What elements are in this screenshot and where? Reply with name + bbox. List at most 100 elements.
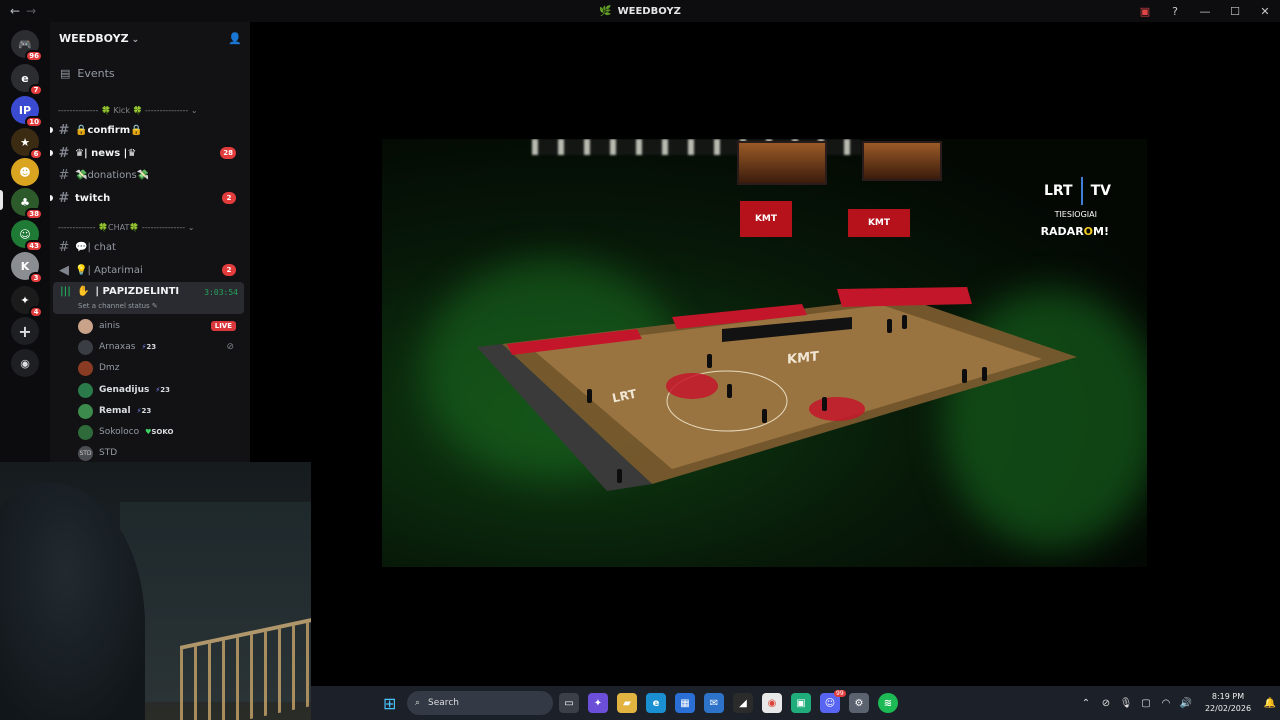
category-chat[interactable]: ------------- 🍀CHAT🍀 --------------- ⌄ — [58, 223, 194, 232]
taskbar-clock[interactable]: 8:19 PM 22/02/2026 — [1196, 691, 1260, 715]
category-kick[interactable]: -------------- 🍀 Kick 🍀 --------------- … — [58, 106, 198, 115]
player-figure — [727, 384, 732, 398]
stream-video[interactable]: KMT KMT KMT LRT LRT TV TIESIOGIAI RADARO… — [382, 139, 1147, 567]
home-unread-badge: 96 — [25, 50, 43, 62]
server-glyph: ♣ — [20, 195, 30, 209]
server-icon-8[interactable]: ✦ 4 — [11, 286, 43, 318]
adobe-app-icon[interactable]: ◢ — [733, 693, 753, 713]
voice-user-genadijus[interactable]: Genadijus ⚡23 — [78, 380, 244, 400]
back-arrow-icon[interactable]: ← — [10, 4, 20, 18]
radarom-text-a: RADAR — [1040, 225, 1084, 238]
radarom-text-c: M! — [1093, 225, 1109, 238]
compass-icon: ◉ — [20, 356, 30, 370]
channel-donations[interactable]: # 💸 donations 💸 — [53, 165, 244, 185]
app-icon[interactable]: ▣ — [791, 693, 811, 713]
hash-icon: # — [58, 167, 70, 183]
server-icon-3[interactable]: ★ 6 — [11, 128, 43, 160]
calendar-icon: ▤ — [60, 66, 71, 80]
avatar: STD — [78, 445, 93, 461]
chrome-icon[interactable]: ◉ — [762, 693, 782, 713]
voice-user-sokoloco[interactable]: Sokoloco ♥SOKO — [78, 422, 244, 442]
maximize-button[interactable]: ☐ — [1220, 5, 1250, 18]
add-server-button[interactable]: + — [11, 317, 39, 345]
discover-button[interactable]: ◉ — [11, 349, 39, 377]
avatar — [78, 339, 93, 355]
help-icon[interactable]: ? — [1160, 5, 1190, 18]
voice-user-name: Remal — [99, 406, 131, 416]
server-glyph: e — [21, 71, 29, 85]
voice-user-name: Sokoloco — [99, 427, 140, 437]
voice-user-dmz[interactable]: Dmz — [78, 358, 244, 378]
notification-alert-icon[interactable]: ▣ — [1130, 5, 1160, 18]
server-header[interactable]: WEEDBOYZ ⌄ 👤 — [50, 22, 250, 54]
logo-divider — [1080, 177, 1083, 205]
minimize-button[interactable]: — — [1190, 5, 1220, 18]
boost-tag-text: 23 — [141, 407, 152, 415]
channel-aptarimai[interactable]: ◀ 💡 | Aptarimai 2 — [53, 260, 244, 280]
volume-icon[interactable]: 🔊 — [1176, 698, 1196, 709]
server-icon-2[interactable]: IP 10 — [11, 96, 43, 128]
voice-user-ainis[interactable]: ainis LIVE — [78, 316, 244, 336]
voice-user-name: ainis — [99, 321, 120, 331]
avatar — [78, 424, 93, 440]
search-placeholder: Search — [428, 698, 459, 708]
server-icon-4[interactable]: ☻ — [11, 158, 39, 186]
close-button[interactable]: ✕ — [1250, 5, 1280, 18]
events-label: Events — [77, 66, 115, 80]
voice-user-remal[interactable]: Remal ⚡23 — [78, 401, 244, 421]
windows-start-icon[interactable]: ⊞ — [383, 694, 396, 713]
channel-news[interactable]: # ♛ | news | ♛ 28 — [50, 143, 244, 163]
edge-icon[interactable]: e — [646, 693, 666, 713]
voice-channel-papizdelinti[interactable]: ||| ✋ | PAPIZDELINTI 3:03:54 Set a chann… — [53, 282, 244, 314]
discord-logo-icon: 🎮 — [18, 37, 32, 51]
network-off-icon[interactable]: ⊘ — [1096, 698, 1116, 709]
channel-chat[interactable]: # 💬 | chat — [53, 237, 244, 257]
set-status-link[interactable]: Set a channel status ✎ — [78, 302, 158, 310]
boost-tag: ⚡23 — [141, 343, 156, 351]
server-icon-1[interactable]: e7 — [11, 64, 43, 96]
direct-messages-button[interactable]: 🎮 96 — [11, 30, 43, 62]
lock-emoji-icon: 🔒 — [130, 124, 143, 136]
server-glyph: IP — [18, 103, 32, 117]
store-icon[interactable]: ▦ — [675, 693, 695, 713]
money-emoji-icon: 💸 — [136, 169, 150, 181]
server-icon-6[interactable]: ☺ 43 — [11, 220, 43, 252]
chevron-down-icon: ⌄ — [131, 34, 140, 45]
forward-arrow-icon[interactable]: → — [26, 4, 36, 18]
display-icon[interactable]: ▢ — [1136, 698, 1156, 709]
hand-emoji-icon: ✋ — [76, 286, 90, 297]
file-explorer-icon[interactable]: ▰ — [617, 693, 637, 713]
chevron-up-icon[interactable]: ⌃ — [1076, 698, 1096, 709]
channel-twitch[interactable]: # twitch 2 — [50, 188, 244, 208]
hash-icon: # — [58, 190, 70, 206]
invite-people-icon[interactable]: 👤 — [228, 32, 242, 45]
clan-tag-text: SOKO — [151, 428, 174, 436]
money-emoji-icon: 💸 — [75, 169, 88, 181]
server-icon-weedboyz[interactable]: ♣ 38 — [11, 188, 43, 220]
voice-user-std[interactable]: STD STD — [78, 443, 244, 462]
status-text: Set a channel status — [78, 302, 150, 310]
notification-bell-icon[interactable]: 🔔 — [1260, 698, 1280, 709]
taskbar-search-box[interactable]: ⌕ Search — [407, 691, 553, 715]
microphone-icon[interactable]: 🎙 — [1116, 698, 1136, 709]
discord-taskbar-badge: 99 — [834, 690, 846, 697]
server-glyph: ✦ — [20, 293, 30, 307]
spotify-icon[interactable]: ≋ — [878, 693, 898, 713]
speaker-icon: ◀ — [59, 262, 69, 278]
server-icon-7[interactable]: K3 — [11, 252, 43, 284]
boost-tag-text: 23 — [160, 386, 171, 394]
copilot-icon[interactable]: ✦ — [588, 693, 608, 713]
mail-icon[interactable]: ✉ — [704, 693, 724, 713]
lightbulb-icon: 💡 — [75, 264, 88, 276]
events-item[interactable]: ▤ Events — [50, 54, 250, 92]
boost-tag-text: 23 — [146, 343, 157, 351]
speech-bubble-icon: 💬 — [75, 241, 88, 253]
voice-user-name: Genadijus — [99, 385, 150, 395]
channel-confirm[interactable]: # 🔒 confirm 🔒 — [50, 120, 244, 140]
task-view-icon[interactable]: ▭ — [559, 693, 579, 713]
boost-tag: ⚡23 — [155, 386, 170, 394]
settings-icon[interactable]: ⚙ — [849, 693, 869, 713]
avatar — [78, 318, 93, 334]
voice-user-arnaxas[interactable]: Arnaxas ⚡23 ⊘ — [78, 337, 244, 357]
wifi-icon[interactable]: ◠ — [1156, 698, 1176, 709]
